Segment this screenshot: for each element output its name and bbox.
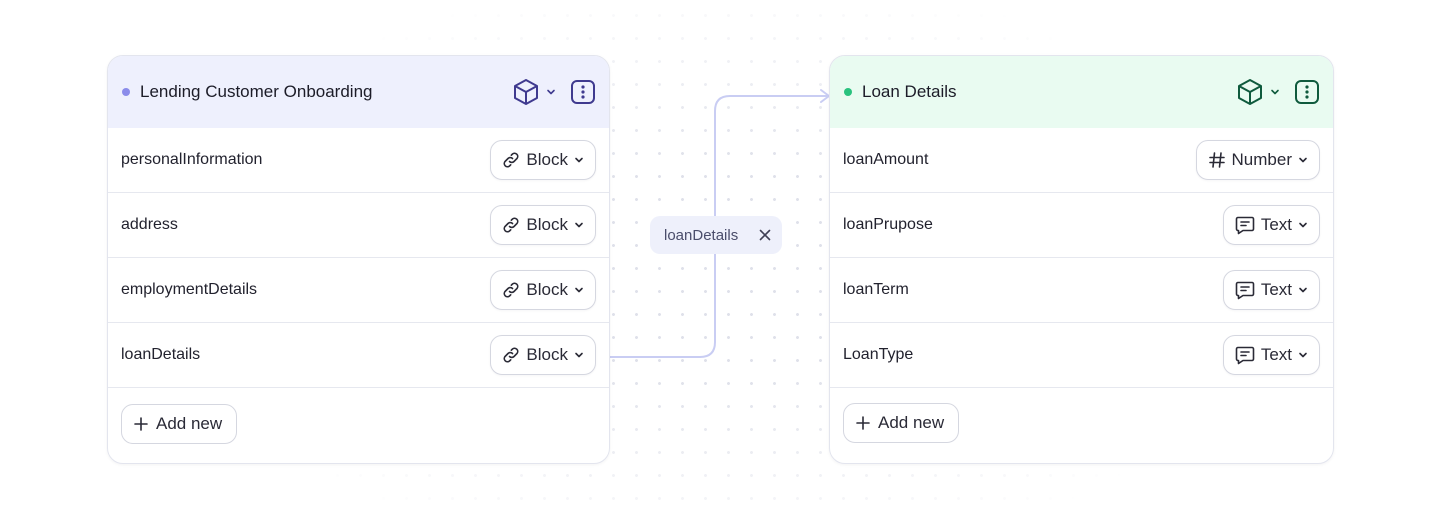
field-type-label: Text: [1260, 280, 1292, 299]
field-name: loanPrupose: [843, 216, 933, 233]
node-type-selector[interactable]: [511, 77, 557, 107]
chevron-down-icon: [575, 222, 583, 228]
close-icon: [759, 229, 771, 241]
node-loan-details[interactable]: Loan Details loanAmount Number loanPrupo…: [829, 55, 1334, 464]
chevron-down-icon: [1299, 287, 1307, 293]
field-type-dropdown[interactable]: Text: [1222, 270, 1320, 310]
chat-text-icon: [1235, 216, 1255, 235]
field-type-label: Number: [1231, 150, 1292, 169]
field-row: employmentDetails Block: [108, 258, 609, 323]
field-name: address: [121, 216, 178, 233]
field-type-dropdown[interactable]: Text: [1222, 335, 1320, 375]
node-menu-button[interactable]: [1295, 80, 1319, 104]
field-name: LoanType: [843, 346, 914, 363]
chevron-down-icon: [575, 287, 583, 293]
remove-edge-button[interactable]: [758, 228, 772, 242]
cube-icon: [514, 79, 538, 105]
hash-icon: [1208, 152, 1225, 168]
field-row: loanTerm Text: [830, 258, 1333, 323]
field-type-label: Block: [526, 345, 568, 364]
field-type-dropdown[interactable]: Number: [1195, 140, 1320, 180]
plus-icon: [134, 417, 148, 431]
add-new-label: Add new: [156, 414, 223, 433]
field-row: loanPrupose Text: [830, 193, 1333, 258]
field-name: loanTerm: [843, 281, 909, 298]
field-type-dropdown[interactable]: Block: [490, 270, 596, 310]
node-lending-customer-onboarding[interactable]: Lending Customer Onboarding personalInfo…: [107, 55, 610, 464]
field-type-label: Text: [1260, 345, 1292, 364]
field-type-label: Block: [526, 215, 568, 234]
field-name: personalInformation: [121, 151, 263, 168]
link-icon: [503, 347, 519, 363]
node-title: Loan Details: [862, 82, 957, 101]
chevron-down-icon: [575, 352, 583, 358]
node-title: Lending Customer Onboarding: [140, 82, 373, 101]
node-type-selector[interactable]: [1235, 77, 1281, 107]
node-header: Lending Customer Onboarding: [108, 56, 609, 128]
field-type-label: Text: [1260, 215, 1292, 234]
status-dot: [122, 88, 130, 96]
chevron-down-icon: [1299, 157, 1307, 163]
field-row: personalInformation Block: [108, 128, 609, 193]
chevron-down-icon: [575, 157, 583, 163]
field-type-dropdown[interactable]: Block: [490, 140, 596, 180]
field-row: loanAmount Number: [830, 128, 1333, 193]
add-new-field-button[interactable]: Add new: [121, 404, 238, 444]
status-dot: [844, 88, 852, 96]
field-row: address Block: [108, 193, 609, 258]
node-menu-button[interactable]: [571, 80, 595, 104]
field-type-label: Block: [526, 280, 568, 299]
link-icon: [503, 152, 519, 168]
link-icon: [503, 217, 519, 233]
cube-icon: [1238, 79, 1262, 105]
field-name: employmentDetails: [121, 281, 258, 298]
field-type-dropdown[interactable]: Block: [490, 335, 596, 375]
chevron-down-icon: [1299, 222, 1307, 228]
chevron-down-icon: [1271, 89, 1279, 95]
add-new-field-button[interactable]: Add new: [843, 403, 960, 443]
field-type-label: Block: [526, 150, 568, 169]
kebab-menu-icon: [1305, 85, 1309, 99]
field-row: loanDetails Block: [108, 323, 609, 388]
chevron-down-icon: [1299, 352, 1307, 358]
kebab-menu-icon: [581, 85, 585, 99]
link-icon: [503, 282, 519, 298]
chat-text-icon: [1235, 346, 1255, 365]
field-name: loanDetails: [121, 346, 201, 363]
edge-label: loanDetails: [664, 226, 739, 244]
chevron-down-icon: [547, 89, 555, 95]
edge-label-chip[interactable]: loanDetails: [650, 216, 782, 254]
chat-text-icon: [1235, 281, 1255, 300]
add-new-label: Add new: [878, 413, 945, 432]
field-type-dropdown[interactable]: Block: [490, 205, 596, 245]
node-header: Loan Details: [830, 56, 1333, 128]
field-name: loanAmount: [843, 151, 929, 168]
field-row: LoanType Text: [830, 323, 1333, 388]
plus-icon: [856, 416, 870, 430]
field-type-dropdown[interactable]: Text: [1222, 205, 1320, 245]
